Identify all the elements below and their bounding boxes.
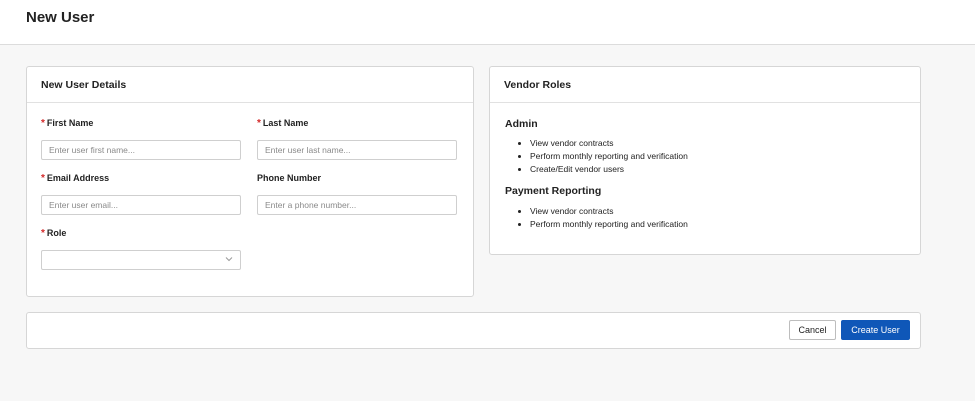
required-marker: * xyxy=(41,173,45,184)
first-name-input[interactable] xyxy=(41,140,241,160)
role-select[interactable] xyxy=(41,250,241,270)
page-title: New User xyxy=(26,9,95,26)
create-user-button[interactable]: Create User xyxy=(841,320,910,340)
list-item: View vendor contracts xyxy=(516,137,688,150)
form-actions-bar: Cancel Create User xyxy=(26,312,921,349)
role-label: * Role xyxy=(41,228,67,239)
required-marker: * xyxy=(257,118,261,129)
payment-reporting-permissions-list: View vendor contracts Perform monthly re… xyxy=(516,205,688,231)
vendor-roles-heading: Vendor Roles xyxy=(490,67,920,103)
phone-input[interactable] xyxy=(257,195,457,215)
email-input[interactable] xyxy=(41,195,241,215)
chevron-down-icon xyxy=(225,257,233,262)
list-item: Perform monthly reporting and verificati… xyxy=(516,218,688,231)
page-header: New User xyxy=(0,0,975,45)
vendor-roles-card: Vendor Roles Admin View vendor contracts… xyxy=(489,66,921,255)
cancel-button[interactable]: Cancel xyxy=(789,320,836,340)
last-name-input[interactable] xyxy=(257,140,457,160)
admin-permissions-list: View vendor contracts Perform monthly re… xyxy=(516,137,688,176)
list-item: Perform monthly reporting and verificati… xyxy=(516,150,688,163)
new-user-details-card: New User Details *First Name *Last Name … xyxy=(26,66,474,297)
new-user-details-heading: New User Details xyxy=(27,67,473,103)
list-item: Create/Edit vendor users xyxy=(516,163,688,176)
last-name-label: * Last Name xyxy=(257,118,309,129)
email-label: * Email Address xyxy=(41,173,110,184)
required-marker: * xyxy=(41,118,45,129)
list-item: View vendor contracts xyxy=(516,205,688,218)
phone-label: Phone Number xyxy=(257,173,322,183)
first-name-label: * First Name xyxy=(41,118,94,129)
required-marker: * xyxy=(41,228,45,239)
role-name-payment-reporting: Payment Reporting xyxy=(505,185,602,197)
role-name-admin: Admin xyxy=(505,118,538,130)
